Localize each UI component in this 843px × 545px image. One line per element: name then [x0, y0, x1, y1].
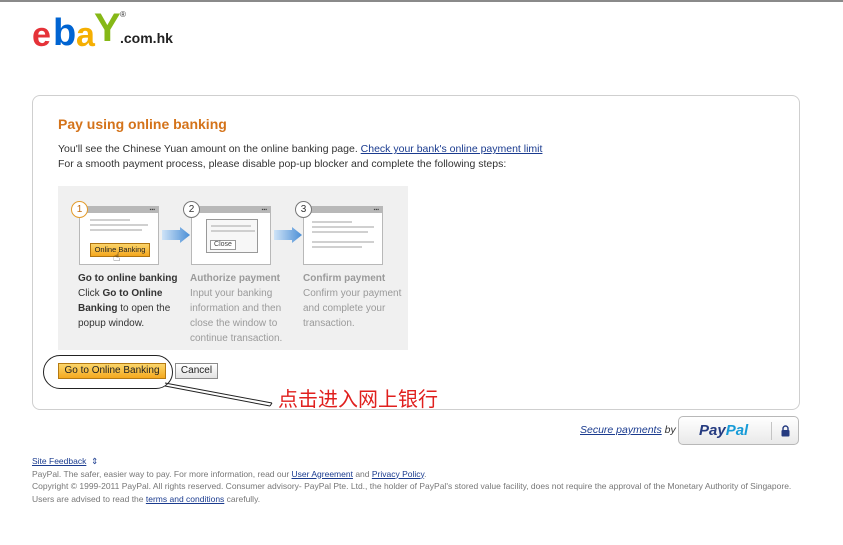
footer-dot: . — [424, 468, 427, 479]
footer-line-2: Copyright © 1999-2011 PayPal. All rights… — [32, 480, 802, 505]
footer-line-1-text: PayPal. The safer, easier way to pay. Fo… — [32, 468, 292, 479]
paypal-logo-pal: Pal — [725, 422, 749, 439]
terms-link[interactable]: terms and conditions — [146, 494, 224, 504]
popup-frame: Close — [206, 219, 258, 253]
secure-payments: Secure payments by — [580, 424, 676, 436]
logo-letter-e: e — [32, 16, 51, 54]
step-1-number: 1 — [71, 201, 88, 218]
annotation-label: 点击进入网上银行 — [278, 387, 438, 411]
arrow-right-icon — [274, 227, 302, 243]
logo-letter-y: Y — [94, 6, 121, 50]
step-1-window: ▪▪▪ Online Banking ☝ — [79, 206, 159, 265]
step-1-desc-prefix: Click — [78, 288, 103, 299]
page-title: Pay using online banking — [58, 116, 227, 132]
step-2-heading: Authorize payment — [190, 273, 281, 284]
logo-domain-suffix: .com.hk — [120, 30, 173, 46]
footer-and: and — [352, 468, 372, 479]
yuan-notice-text: You'll see the Chinese Yuan amount on th… — [58, 143, 361, 155]
feedback-icon[interactable]: ⇕ — [89, 456, 98, 466]
secure-payments-link[interactable]: Secure payments — [580, 424, 662, 436]
step-1-heading: Go to online banking — [78, 273, 178, 284]
step-2-text: Authorize payment Input your banking inf… — [190, 271, 298, 346]
user-agreement-link[interactable]: User Agreement — [292, 469, 353, 479]
logo-letter-a: a — [76, 16, 95, 54]
step-3-text: Confirm payment Confirm your payment and… — [303, 271, 411, 331]
footer: Site Feedback ⇕ PayPal. The safer, easie… — [32, 455, 802, 505]
footer-careful-text: carefully. — [224, 493, 261, 504]
step-3-number: 3 — [295, 201, 312, 218]
yuan-notice: You'll see the Chinese Yuan amount on th… — [58, 143, 542, 155]
paypal-badge[interactable]: PayPal — [678, 416, 799, 445]
top-border — [0, 0, 843, 2]
step-3-window: ▪▪▪ — [303, 206, 383, 265]
cancel-button[interactable]: Cancel — [175, 363, 218, 379]
step-2-desc: Input your banking information and then … — [190, 288, 283, 344]
step-3-desc: Confirm your payment and complete your t… — [303, 288, 402, 329]
step-2-number: 2 — [183, 201, 200, 218]
payment-limit-link[interactable]: Check your bank's online payment limit — [361, 143, 543, 155]
lock-icon — [781, 425, 790, 437]
arrow-right-icon — [162, 227, 190, 243]
close-mini-button: Close — [210, 240, 236, 250]
step-1-text: Go to online banking Click Go to Online … — [78, 271, 186, 331]
steps-illustration: ▪▪▪ Online Banking ☝ 1 ▪▪▪ Close 2 ▪▪▪ 3 — [58, 186, 408, 350]
step-3-heading: Confirm payment — [303, 273, 386, 284]
secure-by-text: by — [661, 424, 676, 436]
footer-line-1: PayPal. The safer, easier way to pay. Fo… — [32, 468, 802, 481]
paypal-logo: PayPal — [699, 422, 748, 439]
annotation-circle — [43, 355, 173, 389]
step-2-window: ▪▪▪ Close — [191, 206, 271, 265]
ebay-logo[interactable]: e b a Y ® .com.hk — [32, 6, 173, 52]
privacy-policy-link[interactable]: Privacy Policy — [372, 469, 424, 479]
paypal-logo-pay: Pay — [699, 422, 726, 439]
logo-letter-b: b — [53, 12, 77, 54]
site-feedback-link[interactable]: Site Feedback — [32, 456, 86, 466]
hand-pointer-icon: ☝ — [113, 250, 121, 264]
registered-mark: ® — [120, 10, 126, 19]
site-feedback-row: Site Feedback ⇕ — [32, 455, 802, 468]
popup-instruction: For a smooth payment process, please dis… — [58, 158, 507, 170]
